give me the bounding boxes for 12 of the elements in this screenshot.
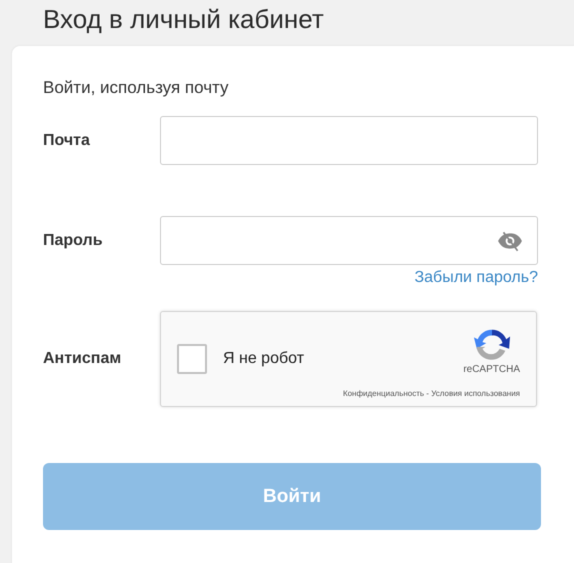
- checkbox-label: Я не робот: [223, 350, 306, 368]
- page-title: Вход в личный кабинет: [42, 3, 325, 36]
- form-subtitle: Войти, используя почту: [43, 78, 230, 99]
- privacy-terms-text: Конфиденциальность - Условия использования: [342, 389, 520, 398]
- field-label: Пароль: [43, 231, 104, 250]
- recaptcha-label: reCAPTCHA: [463, 364, 520, 374]
- email-field[interactable]: [160, 116, 538, 165]
- checkbox[interactable]: [177, 344, 207, 374]
- forgot-password-link[interactable]: Забыли пароль?: [414, 269, 538, 302]
- field-label: Антиспам: [43, 350, 122, 368]
- field-label: Почта: [43, 131, 91, 150]
- password-field[interactable]: [160, 216, 538, 265]
